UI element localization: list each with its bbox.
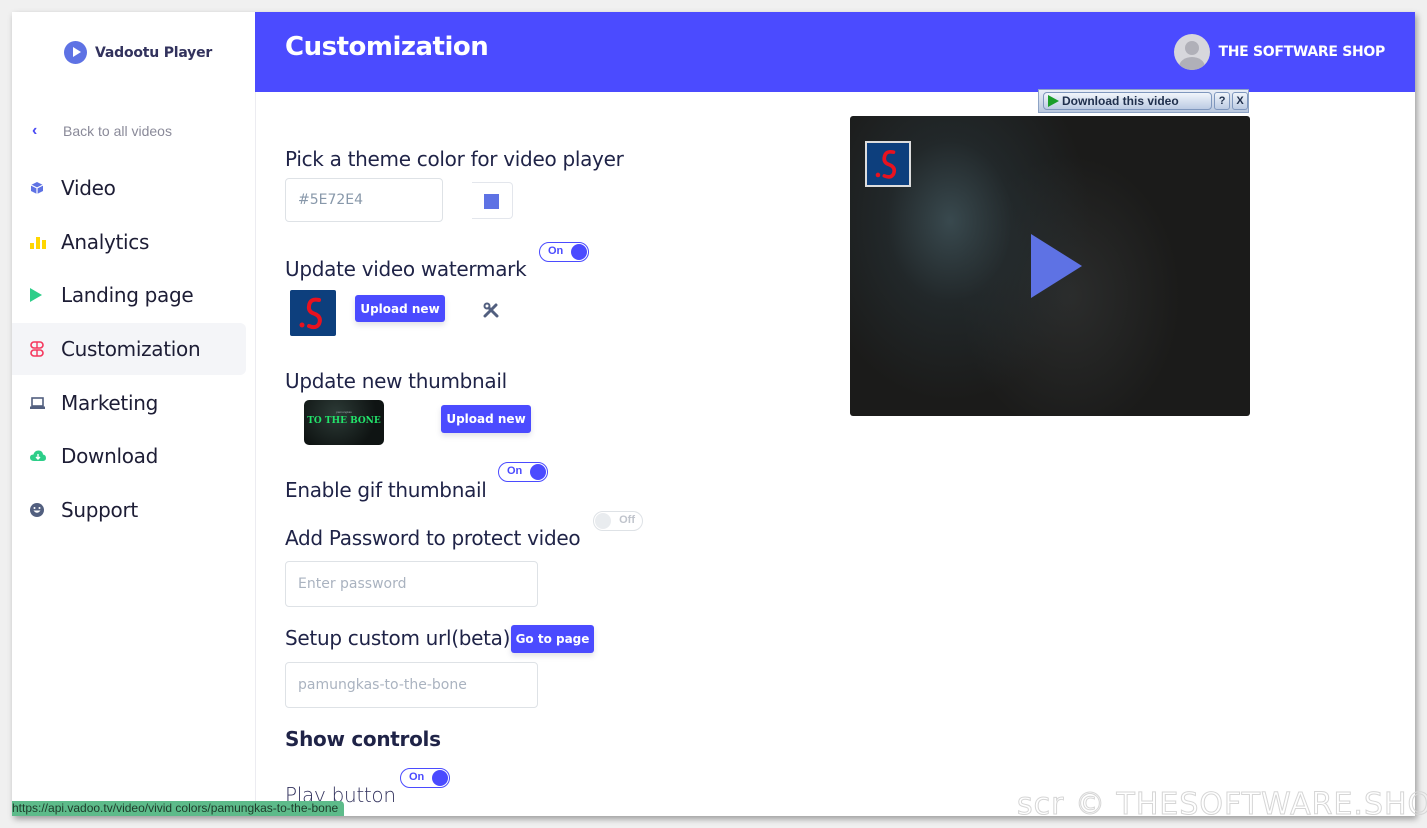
video-player-preview[interactable]: [850, 116, 1250, 416]
user-menu[interactable]: THE SOFTWARE SHOP: [1174, 34, 1385, 70]
sidebar-item-download[interactable]: Download: [12, 430, 246, 482]
tools-icon[interactable]: [483, 302, 499, 323]
color-swatch: [484, 194, 499, 209]
status-bar-url: https://api.vadoo.tv/video/vivid colors/…: [12, 801, 345, 816]
sidebar-item-landing-page[interactable]: Landing page: [12, 269, 246, 321]
play-button-toggle[interactable]: On: [400, 768, 450, 788]
password-toggle[interactable]: Off: [593, 511, 643, 531]
close-button[interactable]: X: [1232, 92, 1248, 110]
sidebar-item-support[interactable]: Support: [12, 484, 246, 536]
customize-icon: [30, 341, 61, 357]
back-to-all-videos-link[interactable]: ‹ Back to all videos: [30, 122, 172, 140]
play-logo-icon: [64, 41, 87, 64]
sidebar-item-analytics[interactable]: Analytics: [12, 216, 246, 268]
play-icon: [30, 288, 61, 303]
chevron-left-icon: ‹: [32, 122, 38, 139]
custom-url-input[interactable]: [285, 662, 538, 708]
cube-icon: [30, 181, 61, 195]
sidebar: Vadootu Player ‹ Back to all videos Vide…: [12, 12, 256, 816]
watermark-toggle[interactable]: On: [539, 242, 589, 262]
watermark-image: [290, 290, 336, 336]
cloud-download-icon: [30, 450, 61, 462]
sidebar-nav: Video Analytics Landing page Customizati…: [12, 162, 246, 538]
download-video-toolbar: Download this video ? X: [1038, 89, 1249, 113]
color-picker-button[interactable]: [472, 182, 513, 219]
password-input[interactable]: [285, 561, 538, 607]
page-title: Customization: [285, 32, 489, 62]
thumbnail-title: Update new thumbnail: [285, 369, 507, 393]
sidebar-item-video[interactable]: Video: [12, 162, 246, 214]
bar-chart-icon: [30, 235, 61, 249]
screenshot-watermark: scr © THESOFTWARE.SHOP: [1016, 787, 1427, 823]
sidebar-item-customization[interactable]: Customization: [12, 323, 246, 376]
watermark-title: Update video watermark: [285, 257, 527, 281]
play-icon[interactable]: [1031, 234, 1082, 298]
theme-color-title: Pick a theme color for video player: [285, 147, 624, 171]
help-button[interactable]: ?: [1214, 92, 1231, 110]
upload-thumbnail-button[interactable]: Upload new: [441, 405, 531, 433]
player-watermark: [865, 141, 911, 187]
app-name: Vadootu Player: [95, 44, 213, 61]
show-controls-title: Show controls: [285, 727, 441, 751]
download-this-video-button[interactable]: Download this video: [1043, 92, 1213, 110]
back-label: Back to all videos: [63, 123, 172, 139]
play-icon: [1048, 95, 1059, 107]
avatar: [1174, 34, 1211, 70]
gif-thumbnail-toggle[interactable]: On: [498, 462, 548, 482]
upload-watermark-button[interactable]: Upload new: [355, 295, 445, 322]
laptop-icon: [30, 396, 61, 409]
page-header: Customization THE SOFTWARE SHOP: [255, 12, 1415, 92]
gif-thumbnail-title: Enable gif thumbnail: [285, 478, 487, 502]
sidebar-item-marketing[interactable]: Marketing: [12, 377, 246, 429]
theme-color-input[interactable]: [285, 178, 443, 222]
thumbnail-image: pamungkas TO THE BONE: [304, 400, 384, 445]
go-to-page-button[interactable]: Go to page: [511, 625, 594, 653]
smile-icon: [30, 503, 61, 518]
password-title: Add Password to protect video: [285, 526, 581, 550]
user-name: THE SOFTWARE SHOP: [1218, 44, 1385, 60]
app-window: Vadootu Player ‹ Back to all videos Vide…: [12, 12, 1415, 816]
custom-url-title: Setup custom url(beta): [285, 626, 511, 650]
app-logo[interactable]: Vadootu Player: [64, 41, 212, 64]
